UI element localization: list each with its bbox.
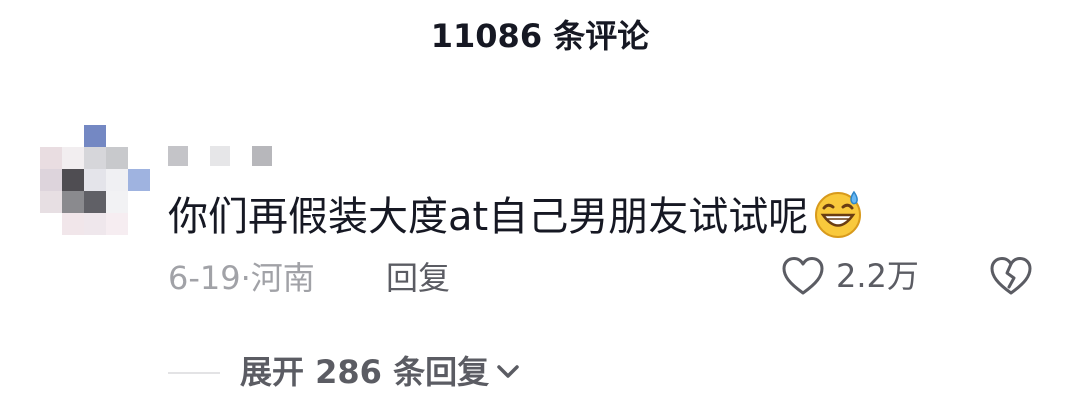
expand-replies-label: 展开 286 条回复 xyxy=(240,353,490,391)
avatar-pixel xyxy=(40,125,62,147)
avatar-pixel xyxy=(40,213,62,235)
meta-separator: · xyxy=(240,259,251,297)
avatar-pixel xyxy=(62,125,84,147)
avatar-pixel xyxy=(84,125,106,147)
username-pixel xyxy=(252,146,272,166)
avatar-pixel xyxy=(106,213,128,235)
avatar-pixel xyxy=(128,125,150,147)
avatar-pixel xyxy=(40,169,62,191)
username-pixel xyxy=(210,146,230,166)
avatar[interactable] xyxy=(40,125,150,235)
avatar-pixel xyxy=(128,147,150,169)
avatar-pixel xyxy=(106,169,128,191)
comment-meta: 6-19·河南 xyxy=(168,256,315,300)
avatar-pixel xyxy=(128,213,150,235)
avatar-pixel xyxy=(62,191,84,213)
avatar-pixel xyxy=(128,169,150,191)
avatar-pixel xyxy=(84,213,106,235)
username-pixel xyxy=(168,146,188,166)
avatar-pixel xyxy=(84,169,106,191)
avatar-pixel xyxy=(128,191,150,213)
username-redacted[interactable] xyxy=(168,146,272,166)
avatar-pixel xyxy=(40,191,62,213)
avatar-pixel xyxy=(106,147,128,169)
avatar-pixel xyxy=(62,169,84,191)
chevron-down-icon xyxy=(497,365,519,378)
dislike-button[interactable] xyxy=(988,254,1034,302)
avatar-pixel xyxy=(62,147,84,169)
avatar-pixel xyxy=(106,125,128,147)
comment-date: 6-19 xyxy=(168,259,241,297)
avatar-pixel xyxy=(62,213,84,235)
heart-outline-icon xyxy=(782,257,824,295)
like-button[interactable]: 2.2万 xyxy=(780,254,919,298)
comment-location: 河南 xyxy=(250,259,315,297)
avatar-pixel xyxy=(84,147,106,169)
grinning-sweat-emoji-icon xyxy=(815,190,862,238)
expand-replies-button[interactable]: 展开 286 条回复 xyxy=(240,350,523,394)
avatar-pixel xyxy=(84,191,106,213)
avatar-pixel xyxy=(106,191,128,213)
comment-body: 你们再假装大度at自己男朋友试试呢 xyxy=(168,188,864,245)
broken-heart-icon xyxy=(990,257,1032,295)
comment-text: 你们再假装大度at自己男朋友试试呢 xyxy=(168,194,809,240)
comment-count-title: 11086 条评论 xyxy=(430,17,650,55)
reply-button[interactable]: 回复 xyxy=(386,256,450,300)
expand-divider xyxy=(168,372,220,374)
avatar-pixel xyxy=(40,147,62,169)
like-count: 2.2万 xyxy=(836,257,919,295)
